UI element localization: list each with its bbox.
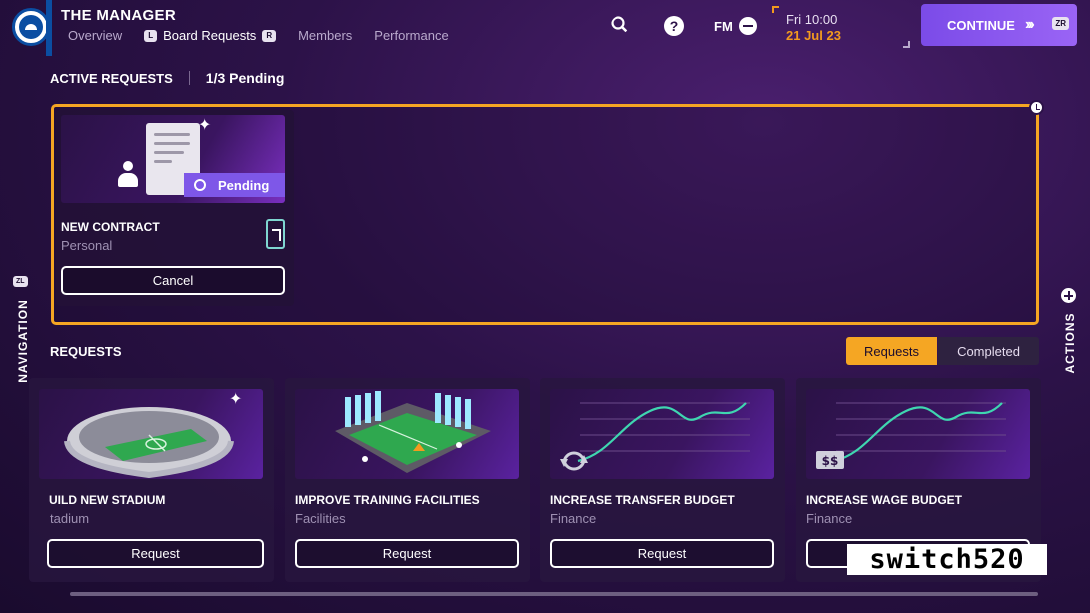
continue-button[interactable]: CONTINUE ››› ZR [921, 4, 1077, 46]
sparkle-icon: ✦ [229, 391, 243, 408]
corner-decoration [903, 41, 910, 48]
top-bar: THE MANAGER Overview L Board Requests R … [0, 0, 1090, 56]
current-time: Fri 10:00 [786, 12, 838, 27]
tab-overview[interactable]: Overview [68, 28, 122, 43]
request-category: Finance [806, 511, 853, 526]
status-label: Pending [218, 177, 270, 193]
minus-icon[interactable] [739, 17, 757, 35]
active-request-card[interactable]: ✦ Pending NEW CONTRACT Personal Cancel [56, 110, 294, 306]
request-card-transfer-budget[interactable]: INCREASE TRANSFER BUDGET Finance Request [540, 378, 785, 582]
date-display[interactable]: Fri 10:00 21 Jul 23 [772, 6, 910, 48]
active-requests-title: ACTIVE REQUESTS [50, 70, 173, 86]
help-icon[interactable]: ? [664, 16, 684, 36]
zl-button-glyph: ZL [13, 276, 28, 287]
toggle-requests[interactable]: Requests [846, 337, 937, 365]
request-card-stadium[interactable]: ✦ UILD NEW STADIUM tadium Request [29, 378, 274, 582]
corner-decoration [772, 6, 779, 13]
page-title: THE MANAGER [61, 7, 176, 24]
stadium-thumbnail: ✦ [39, 389, 263, 479]
status-badge: Pending [184, 173, 285, 197]
clock-icon [194, 179, 206, 191]
request-category: Finance [550, 511, 597, 526]
tab-label: Board Requests [163, 28, 257, 43]
actions-label[interactable]: ACTIONS [1063, 311, 1077, 375]
expand-icon[interactable] [266, 219, 285, 249]
request-title: INCREASE TRANSFER BUDGET [550, 493, 735, 507]
horizontal-scrollbar[interactable] [70, 592, 1038, 596]
club-accent-stripe [46, 0, 52, 56]
tab-performance[interactable]: Performance [374, 28, 448, 43]
request-title: UILD NEW STADIUM [49, 493, 166, 507]
growth-chart-icon: $$ [816, 402, 1006, 469]
club-badge-icon [12, 8, 50, 46]
tab-board-requests[interactable]: L Board Requests R [144, 28, 277, 43]
pending-count: 1/3 Pending [205, 70, 285, 86]
request-card-training[interactable]: IMPROVE TRAINING FACILITIES Facilities R… [285, 378, 530, 582]
l-button-glyph: L [144, 29, 158, 42]
navigation-label: NAVIGATION [16, 299, 30, 383]
request-category: Facilities [295, 511, 346, 526]
request-category: tadium [50, 511, 90, 526]
tab-label: Performance [374, 28, 449, 43]
request-title: NEW CONTRACT [61, 220, 160, 234]
fm-label: FM [714, 19, 733, 34]
navigation-side-tab[interactable]: ZL NAVIGATION [10, 276, 34, 386]
person-icon [117, 161, 139, 189]
plus-icon[interactable] [1061, 288, 1076, 303]
tab-members[interactable]: Members [298, 28, 352, 43]
wage-budget-thumbnail: $$ [806, 389, 1030, 479]
toggle-completed[interactable]: Completed [938, 337, 1039, 365]
request-button[interactable]: Request [550, 539, 774, 568]
tab-label: Overview [68, 28, 123, 43]
request-category: Personal [61, 238, 113, 253]
active-requests-header: ACTIVE REQUESTS 1/3 Pending [50, 70, 284, 86]
request-title: IMPROVE TRAINING FACILITIES [295, 493, 480, 507]
r-button-glyph: R [262, 29, 277, 42]
current-date: 21 Jul 23 [786, 28, 841, 43]
growth-chart-icon [560, 402, 750, 471]
top-nav: Overview L Board Requests R Members Perf… [68, 28, 471, 43]
zr-button-glyph: ZR [1052, 17, 1069, 30]
training-thumbnail [295, 389, 519, 479]
sparkle-icon: ✦ [198, 117, 212, 134]
search-icon[interactable] [611, 16, 629, 34]
svg-text:$$: $$ [822, 454, 839, 468]
request-button[interactable]: Request [47, 539, 264, 568]
requests-title: REQUESTS [50, 344, 122, 359]
tab-label: Members [298, 28, 353, 43]
cancel-button[interactable]: Cancel [61, 266, 285, 295]
double-chevron-right-icon: ››› [1024, 16, 1035, 33]
clock-icon [1029, 100, 1044, 115]
transfer-budget-thumbnail [550, 389, 774, 479]
request-title: INCREASE WAGE BUDGET [806, 493, 963, 507]
watermark: switch520 [847, 544, 1047, 575]
contract-thumbnail: ✦ Pending [61, 115, 285, 203]
request-button[interactable]: Request [295, 539, 519, 568]
continue-label: CONTINUE [947, 17, 1015, 33]
divider [188, 71, 190, 85]
training-ground-icon [335, 391, 491, 473]
